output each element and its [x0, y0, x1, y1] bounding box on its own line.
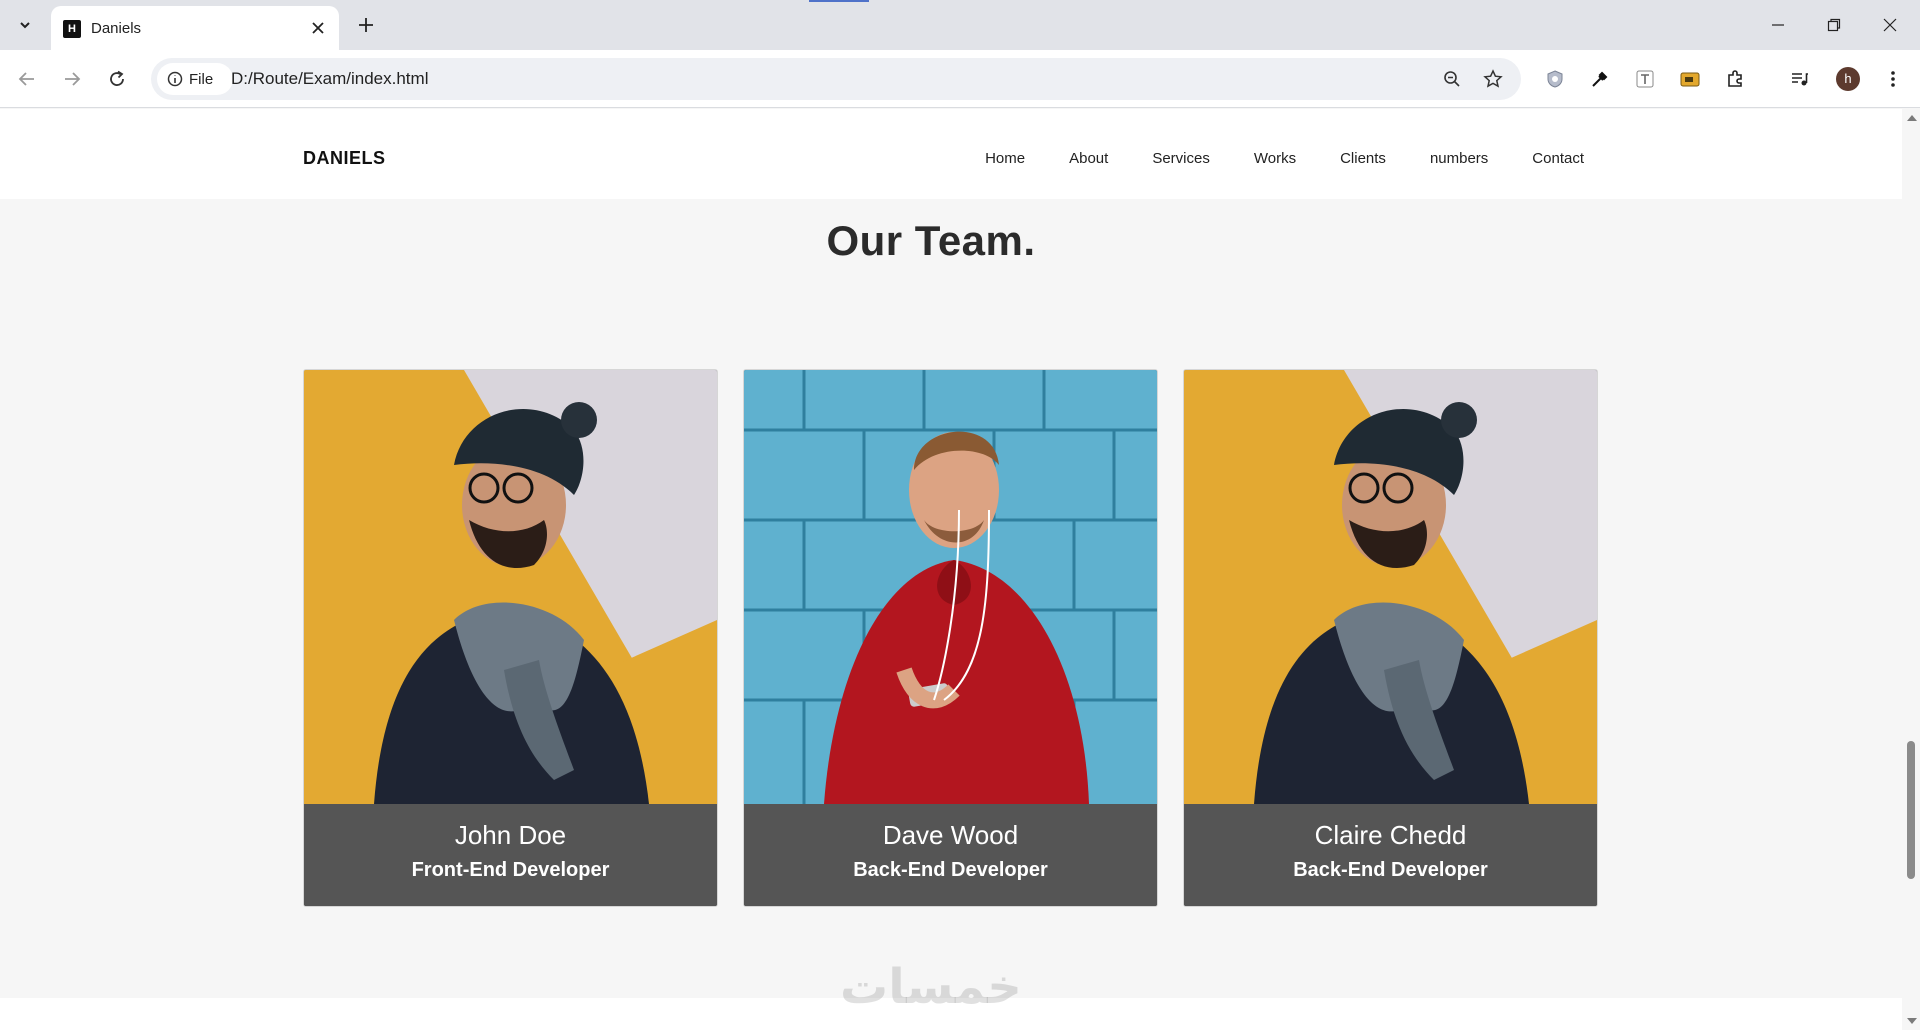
- team-card-footer: John Doe Front-End Developer: [304, 804, 717, 906]
- team-card: Claire Chedd Back-End Developer: [1183, 369, 1598, 907]
- nav-link-services[interactable]: Services: [1152, 150, 1210, 167]
- extensions-button[interactable]: [1722, 66, 1748, 92]
- close-icon: [312, 22, 324, 34]
- extension-shield-button[interactable]: [1542, 66, 1568, 92]
- team-member-photo: [304, 370, 717, 804]
- restore-icon: [1827, 18, 1841, 32]
- site-menu: Home About Services Works Clients number…: [985, 150, 1584, 167]
- star-icon: [1483, 69, 1503, 88]
- address-bar[interactable]: File D:/Route/Exam/index.html: [151, 58, 1521, 100]
- browser-menu-button[interactable]: [1880, 66, 1906, 92]
- chevron-down-icon: [20, 22, 30, 29]
- scroll-up-arrow-icon[interactable]: [1907, 115, 1917, 121]
- scroll-thumb[interactable]: [1907, 741, 1915, 879]
- page-viewport: DANIELS Home About Services Works Client…: [0, 109, 1902, 1030]
- playlist-icon: [1792, 73, 1808, 86]
- page-scrollbar[interactable]: [1902, 109, 1920, 1030]
- shield-icon: [1547, 70, 1563, 88]
- puzzle-icon: [1728, 70, 1742, 87]
- extension-text-button[interactable]: [1632, 66, 1658, 92]
- minimize-icon: [1772, 24, 1784, 26]
- team-card: Dave Wood Back-End Developer: [743, 369, 1158, 907]
- profile-avatar[interactable]: h: [1836, 67, 1860, 91]
- minimize-button[interactable]: [1750, 0, 1806, 50]
- text-icon: [1636, 70, 1654, 88]
- team-card-footer: Claire Chedd Back-End Developer: [1184, 804, 1597, 906]
- folder-icon: [1680, 72, 1700, 87]
- team-card: John Doe Front-End Developer: [303, 369, 718, 907]
- close-icon: [1883, 18, 1897, 32]
- reload-icon: [110, 70, 124, 86]
- zoom-out-icon: [1444, 71, 1460, 87]
- back-button[interactable]: [10, 62, 44, 96]
- nav-link-clients[interactable]: Clients: [1340, 150, 1386, 167]
- team-member-name: Dave Wood: [882, 820, 1019, 850]
- team-member-role: Front-End Developer: [411, 859, 610, 881]
- tab-strip: H Daniels: [0, 0, 1920, 50]
- restore-button[interactable]: [1806, 0, 1862, 50]
- site-navbar: DANIELS Home About Services Works Client…: [0, 109, 1902, 199]
- watermark: خمسات: [840, 959, 1022, 1015]
- nav-link-numbers[interactable]: numbers: [1430, 150, 1488, 167]
- tab-search-button[interactable]: [10, 10, 40, 40]
- team-card-footer: Dave Wood Back-End Developer: [744, 804, 1157, 906]
- url-text[interactable]: D:/Route/Exam/index.html: [231, 69, 428, 89]
- nav-link-home[interactable]: Home: [985, 150, 1025, 167]
- info-icon: [167, 71, 183, 87]
- tab-title: Daniels: [91, 20, 142, 37]
- browser-tab[interactable]: H Daniels: [51, 6, 339, 50]
- forward-button[interactable]: [55, 62, 89, 96]
- media-controls-button[interactable]: [1787, 66, 1813, 92]
- site-brand[interactable]: DANIELS: [303, 148, 386, 169]
- eyedropper-icon: [1592, 71, 1608, 87]
- site-info-chip[interactable]: File: [157, 63, 233, 95]
- team-member-photo: [1184, 370, 1597, 804]
- site-favicon-icon: H: [63, 20, 81, 38]
- loading-indicator: [809, 0, 869, 2]
- plus-icon: [359, 18, 373, 32]
- team-member-role: Back-End Developer: [1293, 859, 1488, 881]
- extension-folder-button[interactable]: [1677, 66, 1703, 92]
- team-section-title: Our Team.: [826, 217, 1036, 264]
- arrow-left-icon: [18, 72, 34, 86]
- reload-button[interactable]: [100, 62, 134, 96]
- nav-link-about[interactable]: About: [1069, 150, 1108, 167]
- zoom-button[interactable]: [1439, 66, 1465, 92]
- browser-toolbar: File D:/Route/Exam/index.html h: [0, 50, 1920, 108]
- team-member-role: Back-End Developer: [853, 859, 1048, 881]
- arrow-right-icon: [65, 72, 81, 86]
- tab-close-button[interactable]: [307, 17, 329, 39]
- scroll-down-arrow-icon[interactable]: [1907, 1018, 1917, 1024]
- team-member-name: Claire Chedd: [1314, 820, 1467, 850]
- site-chip-label: File: [189, 70, 214, 88]
- extension-eyedropper-button[interactable]: [1587, 66, 1613, 92]
- new-tab-button[interactable]: [352, 11, 380, 39]
- team-member-photo: [744, 370, 1157, 804]
- team-member-name: John Doe: [454, 820, 567, 850]
- window-close-button[interactable]: [1862, 0, 1918, 50]
- bookmark-button[interactable]: [1480, 66, 1506, 92]
- nav-link-works[interactable]: Works: [1254, 150, 1296, 167]
- more-vertical-icon: [1891, 71, 1895, 87]
- nav-link-contact[interactable]: Contact: [1532, 150, 1584, 167]
